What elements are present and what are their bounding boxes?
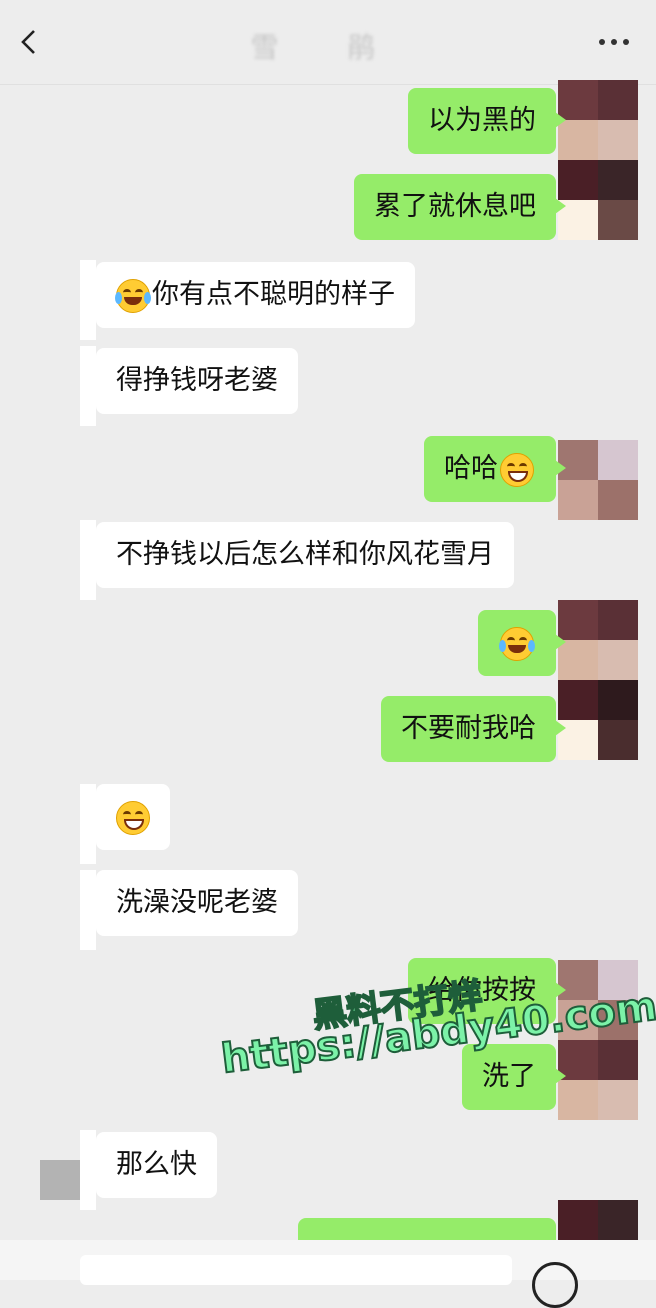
message-bubble-outgoing[interactable]: 不要耐我哈	[381, 696, 566, 762]
emoji-button-icon[interactable]	[532, 1262, 578, 1308]
message-text: 以为黑的	[428, 105, 536, 136]
message-bubble-incoming[interactable]: 那么快	[86, 1132, 217, 1198]
tears-of-joy-emoji-icon	[499, 626, 535, 661]
chat-header: 雪 鹃	[0, 0, 656, 85]
grin-emoji-icon	[116, 800, 150, 835]
message-text: 累了就休息吧	[374, 191, 536, 222]
message-bubble-outgoing[interactable]: 洗了	[462, 1044, 566, 1110]
my-avatar[interactable]	[558, 600, 638, 680]
my-avatar[interactable]	[558, 1040, 638, 1120]
message-bubble-outgoing[interactable]: 哈哈	[424, 436, 566, 502]
grinning-emoji-icon	[500, 452, 534, 487]
message-bubble-outgoing[interactable]	[478, 610, 566, 676]
more-dots-icon[interactable]	[598, 38, 630, 46]
message-text: 不要耐我哈	[401, 713, 536, 744]
my-avatar[interactable]	[558, 440, 638, 520]
message-input[interactable]	[80, 1255, 512, 1285]
contact-avatar[interactable]	[80, 870, 96, 950]
contact-avatar-placeholder	[40, 1160, 80, 1200]
message-bubble-outgoing[interactable]: 累了就休息吧	[354, 174, 566, 240]
message-bubble-incoming[interactable]: 洗澡没呢老婆	[86, 870, 298, 936]
contact-avatar[interactable]	[80, 784, 96, 864]
message-text: 你有点不聪明的样子	[152, 279, 395, 310]
message-text: 那么快	[116, 1149, 197, 1180]
my-avatar[interactable]	[558, 80, 638, 160]
message-bubble-incoming[interactable]: 得挣钱呀老婆	[86, 348, 298, 414]
chat-title: 雪 鹃	[250, 31, 406, 64]
message-text: 洗了	[482, 1061, 536, 1092]
my-avatar[interactable]	[558, 680, 638, 760]
message-bubble-incoming[interactable]	[86, 784, 170, 850]
message-text: 不挣钱以后怎么样和你风花雪月	[116, 539, 494, 570]
my-avatar[interactable]	[558, 160, 638, 240]
tears-of-joy-emoji-icon	[115, 278, 151, 313]
message-text: 洗澡没呢老婆	[116, 887, 278, 918]
message-bubble-incoming[interactable]: 不挣钱以后怎么样和你风花雪月	[86, 522, 514, 588]
message-bubble-incoming[interactable]: 你有点不聪明的样子	[86, 262, 415, 328]
message-text: 哈哈	[444, 453, 498, 484]
message-text: 得挣钱呀老婆	[116, 365, 278, 396]
message-bubble-outgoing[interactable]: 以为黑的	[408, 88, 566, 154]
